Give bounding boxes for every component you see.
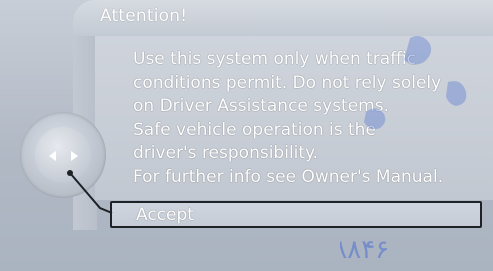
watermark-text: ۰۲۱-۸۸۴۶: [340, 235, 389, 265]
dialog-header: Attention!: [73, 0, 493, 36]
message-line: conditions permit. Do not rely solely: [133, 72, 442, 93]
controller-knob: [35, 127, 91, 183]
accept-label: Accept: [136, 205, 194, 225]
message-line: Safe vehicle operation is the: [133, 119, 376, 140]
arrow-left-icon: [49, 151, 56, 161]
accept-button[interactable]: Accept: [110, 201, 482, 228]
message-line: on Driver Assistance systems.: [133, 96, 390, 116]
message-line: driver's responsibility.: [133, 143, 319, 163]
warning-message: Use this system only when traffic condit…: [133, 48, 493, 189]
arrow-right-icon: [71, 151, 78, 161]
dialog-title: Attention!: [100, 6, 188, 26]
message-line: Use this system only when traffic: [133, 49, 416, 69]
idrive-screen: Attention! Use this system only when tra…: [0, 0, 493, 271]
message-line: For further info see Owner's Manual.: [133, 166, 444, 187]
idrive-controller-icon[interactable]: [20, 112, 106, 198]
